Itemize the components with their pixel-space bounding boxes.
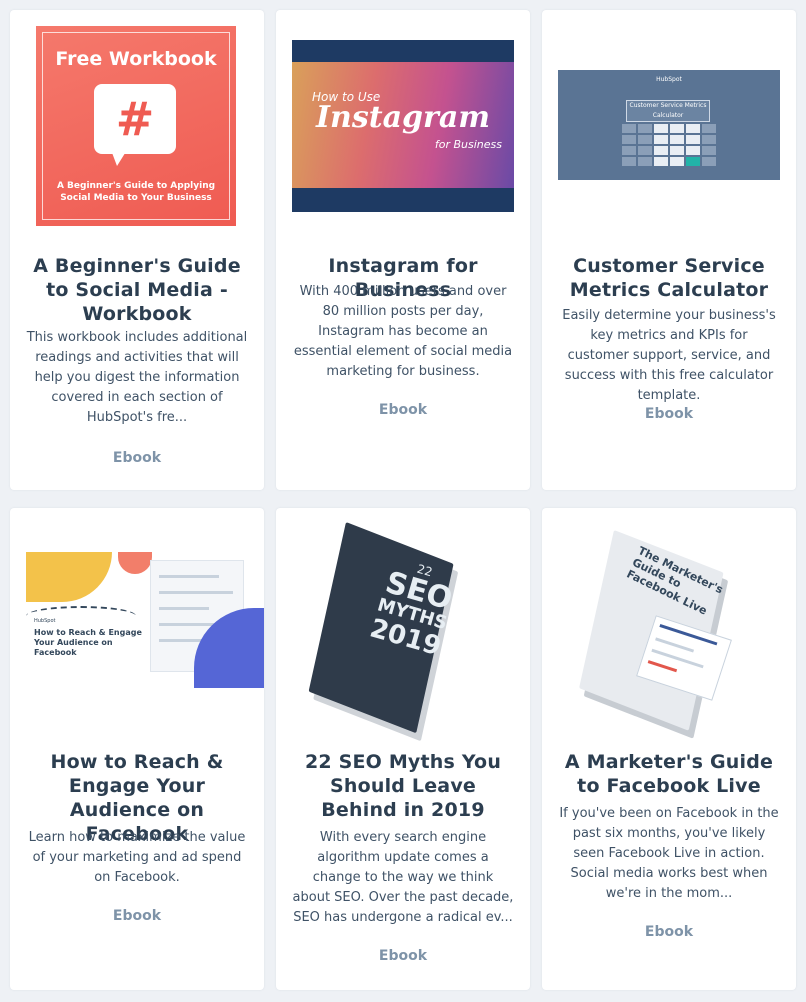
calculator-label-box: Customer Service Metrics Calculator [626,100,710,122]
hashtag-icon: # [115,92,155,146]
cover-heading: Free Workbook [55,48,217,70]
card-description: With every search engine algorithm updat… [292,830,514,925]
card-title[interactable]: A Beginner's Guide to Social Media - Wor… [24,254,250,326]
card-description: This workbook includes additional readin… [26,330,248,425]
hubspot-logo: HubSpot [34,618,56,624]
calculator-grid [622,124,716,166]
card-title[interactable]: Customer Service Metrics Calculator [556,254,782,302]
card-description: Learn how to maximize the value of your … [28,830,246,885]
seo-myths-book-image[interactable]: 22 SEO MYTHS 2019 [308,522,476,734]
card-description: Easily determine your business's key met… [562,308,776,403]
resource-card[interactable]: 22 SEO MYTHS 2019 22 SEO Myths You Shoul… [276,508,530,990]
card-title[interactable]: 22 SEO Myths You Should Leave Behind in … [290,750,516,822]
cover-line-3: for Business [434,138,502,151]
card-type-link[interactable]: Ebook [10,908,264,924]
calculator-label: Customer Service Metrics Calculator [629,102,707,119]
resource-card[interactable]: HubSpot How to Reach & Engage Your Audie… [10,508,264,990]
card-title[interactable]: A Marketer's Guide to Facebook Live [556,750,782,798]
facebook-live-book-image[interactable]: The Marketer's Guide to Facebook Live [579,530,754,731]
calculator-cover-image[interactable]: HubSpot Customer Service Metrics Calcula… [558,70,780,180]
card-description: With 400 million users and over 80 milli… [293,284,513,379]
resource-card[interactable]: The Marketer's Guide to Facebook Live A … [542,508,796,990]
workbook-cover-image[interactable]: Free Workbook # A Beginner's Guide to Ap… [36,26,236,226]
cover-line-2: Instagram [316,100,490,135]
cover-title: How to Reach & Engage Your Audience on F… [34,628,142,657]
card-type-link[interactable]: Ebook [10,450,264,466]
card-type-link[interactable]: Ebook [276,948,530,964]
card-type-link[interactable]: Ebook [276,402,530,418]
card-type-link[interactable]: Ebook [542,406,796,422]
yellow-shape [26,552,112,602]
instagram-cover-image[interactable]: How to Use Instagram for Business [292,40,514,212]
resource-card[interactable]: Free Workbook # A Beginner's Guide to Ap… [10,10,264,490]
cover-subtitle: A Beginner's Guide to Applying Social Me… [56,181,216,203]
hubspot-logo: HubSpot [656,76,682,83]
facebook-audience-cover-image[interactable]: HubSpot How to Reach & Engage Your Audie… [26,552,264,688]
resource-card[interactable]: How to Use Instagram for Business Instag… [276,10,530,490]
card-description: If you've been on Facebook in the past s… [559,806,779,901]
card-type-link[interactable]: Ebook [542,924,796,940]
coral-shape [118,552,152,574]
resource-card[interactable]: HubSpot Customer Service Metrics Calcula… [542,10,796,490]
